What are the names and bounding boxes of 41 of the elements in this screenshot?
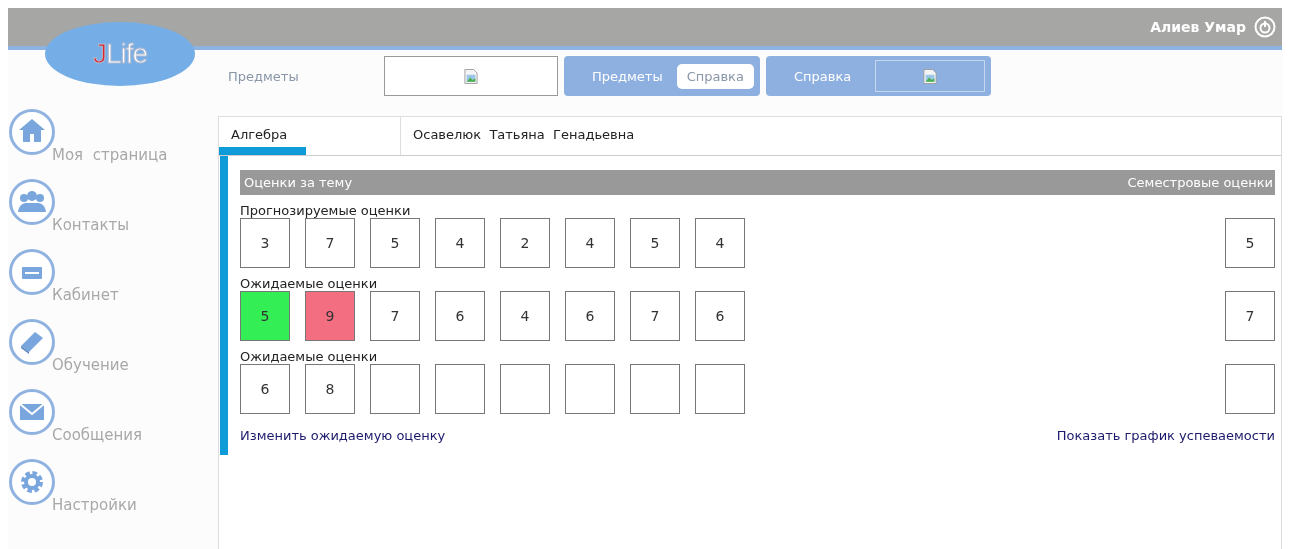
grade-cell[interactable]: 5: [630, 218, 680, 268]
row-label: Ожидаемые оценки: [240, 349, 379, 364]
row-label: Ожидаемые оценки: [240, 276, 379, 291]
nav-image-box[interactable]: [384, 56, 558, 96]
broken-image-icon: [464, 67, 478, 85]
grade-cell[interactable]: [370, 364, 420, 414]
grade-cell[interactable]: 6: [565, 291, 615, 341]
section-title: Оценки за тему: [244, 175, 353, 190]
tab[interactable]: Осавелюк Татьяна Генадьевна: [400, 117, 647, 155]
grade-cell[interactable]: [435, 364, 485, 414]
grade-cell[interactable]: 8: [305, 364, 355, 414]
grade-cell[interactable]: 4: [695, 218, 745, 268]
grade-cell[interactable]: 7: [305, 218, 355, 268]
grade-cell[interactable]: 4: [500, 291, 550, 341]
grade-cell[interactable]: 4: [435, 218, 485, 268]
tab[interactable]: Алгебра: [219, 117, 306, 155]
grade-cell[interactable]: 6: [695, 291, 745, 341]
section-title: Семестровые оценки: [1127, 175, 1273, 190]
grade-cell[interactable]: 7: [370, 291, 420, 341]
row-label: Прогнозируемые оценки: [240, 203, 412, 218]
grade-cell[interactable]: 4: [565, 218, 615, 268]
change-grade-link[interactable]: Изменить ожидаемую оценку: [240, 428, 446, 443]
grade-cell[interactable]: 5: [240, 291, 290, 341]
nav-image-box[interactable]: [875, 60, 986, 92]
grade-cell[interactable]: 6: [435, 291, 485, 341]
grade-cell[interactable]: 7: [630, 291, 680, 341]
grade-cell[interactable]: [500, 364, 550, 414]
grade-cell[interactable]: 2: [500, 218, 550, 268]
broken-image-icon: [923, 67, 938, 85]
grade-cell[interactable]: [565, 364, 615, 414]
grade-cell[interactable]: 6: [240, 364, 290, 414]
grade-cell[interactable]: [630, 364, 680, 414]
power-icon[interactable]: [1254, 16, 1276, 38]
grade-cell[interactable]: [695, 364, 745, 414]
progress-chart-link[interactable]: Показать график успеваемости: [1056, 428, 1275, 443]
grade-cell[interactable]: 9: [305, 291, 355, 341]
grade-cell[interactable]: 3: [240, 218, 290, 268]
grade-cell[interactable]: 5: [370, 218, 420, 268]
semester-grade-cell[interactable]: 5: [1225, 218, 1275, 268]
semester-grade-cell[interactable]: 7: [1225, 291, 1275, 341]
semester-grade-cell[interactable]: [1225, 364, 1275, 414]
